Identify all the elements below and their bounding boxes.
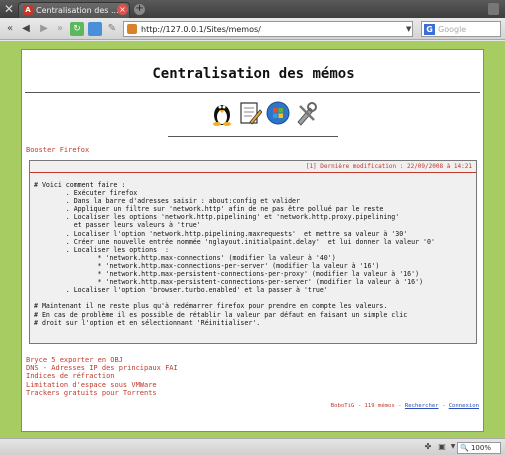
memo-title: Booster Firefox	[26, 146, 90, 154]
home-icon[interactable]	[88, 22, 102, 36]
zoom-level[interactable]: 100%	[471, 444, 491, 452]
category-icons	[192, 100, 322, 130]
memo-line: et passer leurs valeurs à 'true'	[34, 221, 201, 230]
reload-icon[interactable]: ↻	[70, 22, 84, 36]
divider-short	[168, 136, 338, 137]
memo-line: * 'network.http.max-persistent-connectio…	[34, 278, 424, 287]
notepad-pencil-icon[interactable]	[238, 100, 262, 126]
windows-orb-icon[interactable]	[266, 100, 290, 126]
tab-title: Centralisation des ...	[36, 6, 119, 15]
memo-line: . Localiser les options :	[34, 245, 169, 254]
memo-line: . Localiser l'option 'browser.turbo.enab…	[34, 286, 328, 295]
memo-line: # En cas de problème il es possible de r…	[34, 310, 408, 319]
memo-line: . Appliquer un filtre sur 'network.http'…	[34, 205, 384, 214]
memo-line: # Maintenant il ne reste plus qu'à redém…	[34, 302, 388, 311]
page-footer: BoboTiG - 119 mémos - Rechercher - Conne…	[331, 403, 479, 409]
divider	[25, 92, 480, 93]
back-arrow-icon[interactable]: ◀	[20, 21, 32, 36]
addon-icon[interactable]: ✤	[423, 442, 433, 452]
memo-line: * 'network.http.max-persistent-connectio…	[34, 270, 420, 279]
url-text[interactable]: http://127.0.0.1/Sites/memos/	[141, 23, 261, 36]
new-tab-button[interactable]: +	[134, 4, 145, 15]
forward-arrow-icon[interactable]: ▶	[38, 21, 50, 36]
memo-line: . Localiser les options 'network.http.pi…	[34, 213, 400, 222]
memo-box: [1] Dernière modification : 22/09/2008 à…	[29, 160, 477, 344]
memo-page: Centralisation des mémos Booster Firefox…	[21, 49, 484, 432]
memo-line: * 'network.http.max-connections-per-serv…	[34, 261, 380, 270]
window-titlebar: ✕ A Centralisation des ... × +	[0, 0, 505, 18]
tab-favicon-icon: A	[23, 5, 33, 15]
google-icon: G	[424, 24, 435, 35]
search-placeholder[interactable]: Google	[438, 23, 466, 36]
status-bar: ✤ ▣ ▼ 🔍 100%	[0, 438, 505, 455]
search-link[interactable]: Rechercher	[405, 403, 439, 409]
memo-line: . Dans la barre d'adresses saisir : abou…	[34, 197, 300, 206]
footer-separator: -	[438, 403, 449, 409]
fast-forward-icon[interactable]: »	[54, 21, 66, 36]
tab-close-icon[interactable]: ×	[117, 4, 128, 15]
navigation-toolbar: « ◀ ▶ » ↻ ✎ http://127.0.0.1/Sites/memos…	[0, 18, 505, 40]
memo-line	[34, 294, 472, 302]
memo-link[interactable]: Bryce 5 exporter en OBJ	[26, 356, 178, 364]
memo-link[interactable]: Limitation d'espace sous VMWare	[26, 381, 178, 389]
memo-line: # droit sur l'option et en sélectionnant…	[34, 318, 261, 327]
memo-last-modified: [1] Dernière modification : 22/09/2008 à…	[305, 163, 472, 170]
memo-link[interactable]: Trackers gratuits pour Torrents	[26, 389, 178, 397]
memo-line: . Localiser l'option 'network.http.pipel…	[34, 229, 408, 238]
page-title: Centralisation des mémos	[152, 66, 355, 82]
url-dropdown-icon[interactable]: ▼	[406, 25, 411, 33]
tux-penguin-icon[interactable]	[210, 100, 234, 126]
memo-line: * 'network.http.max-connections' (modifi…	[34, 253, 336, 262]
memo-link[interactable]: Indices de réfraction	[26, 372, 178, 380]
browser-tab[interactable]: A Centralisation des ... ×	[18, 2, 130, 18]
memo-link[interactable]: DNS - Adresses IP des principaux FAI	[26, 364, 178, 372]
tools-icon[interactable]	[294, 100, 318, 126]
address-bar[interactable]: http://127.0.0.1/Sites/memos/	[123, 21, 413, 37]
zoom-control[interactable]: 🔍 100%	[457, 442, 501, 454]
close-window-icon[interactable]: ✕	[4, 2, 14, 16]
memo-line: . Exécuter firefox	[34, 189, 138, 198]
memo-line: . Créer une nouvelle entrée nommée 'ngla…	[34, 237, 435, 246]
screen-icon[interactable]: ▣	[437, 442, 447, 452]
footer-info: BoboTiG - 119 mémos -	[330, 403, 405, 409]
edit-icon[interactable]: ✎	[106, 21, 118, 36]
rewind-icon[interactable]: «	[4, 21, 16, 36]
memo-links-list: Bryce 5 exporter en OBJ DNS - Adresses IP…	[26, 356, 178, 397]
window-menu-icon[interactable]	[488, 3, 499, 15]
site-favicon-icon	[127, 24, 137, 34]
memo-content: # Voici comment faire : . Exécuter firef…	[34, 181, 472, 327]
page-viewport: Centralisation des mémos Booster Firefox…	[0, 41, 505, 438]
memo-line: # Voici comment faire :	[34, 181, 126, 189]
login-link[interactable]: Connexion	[449, 403, 479, 409]
search-box[interactable]: G Google	[421, 21, 501, 37]
memo-header: [1] Dernière modification : 22/09/2008 à…	[30, 161, 476, 173]
